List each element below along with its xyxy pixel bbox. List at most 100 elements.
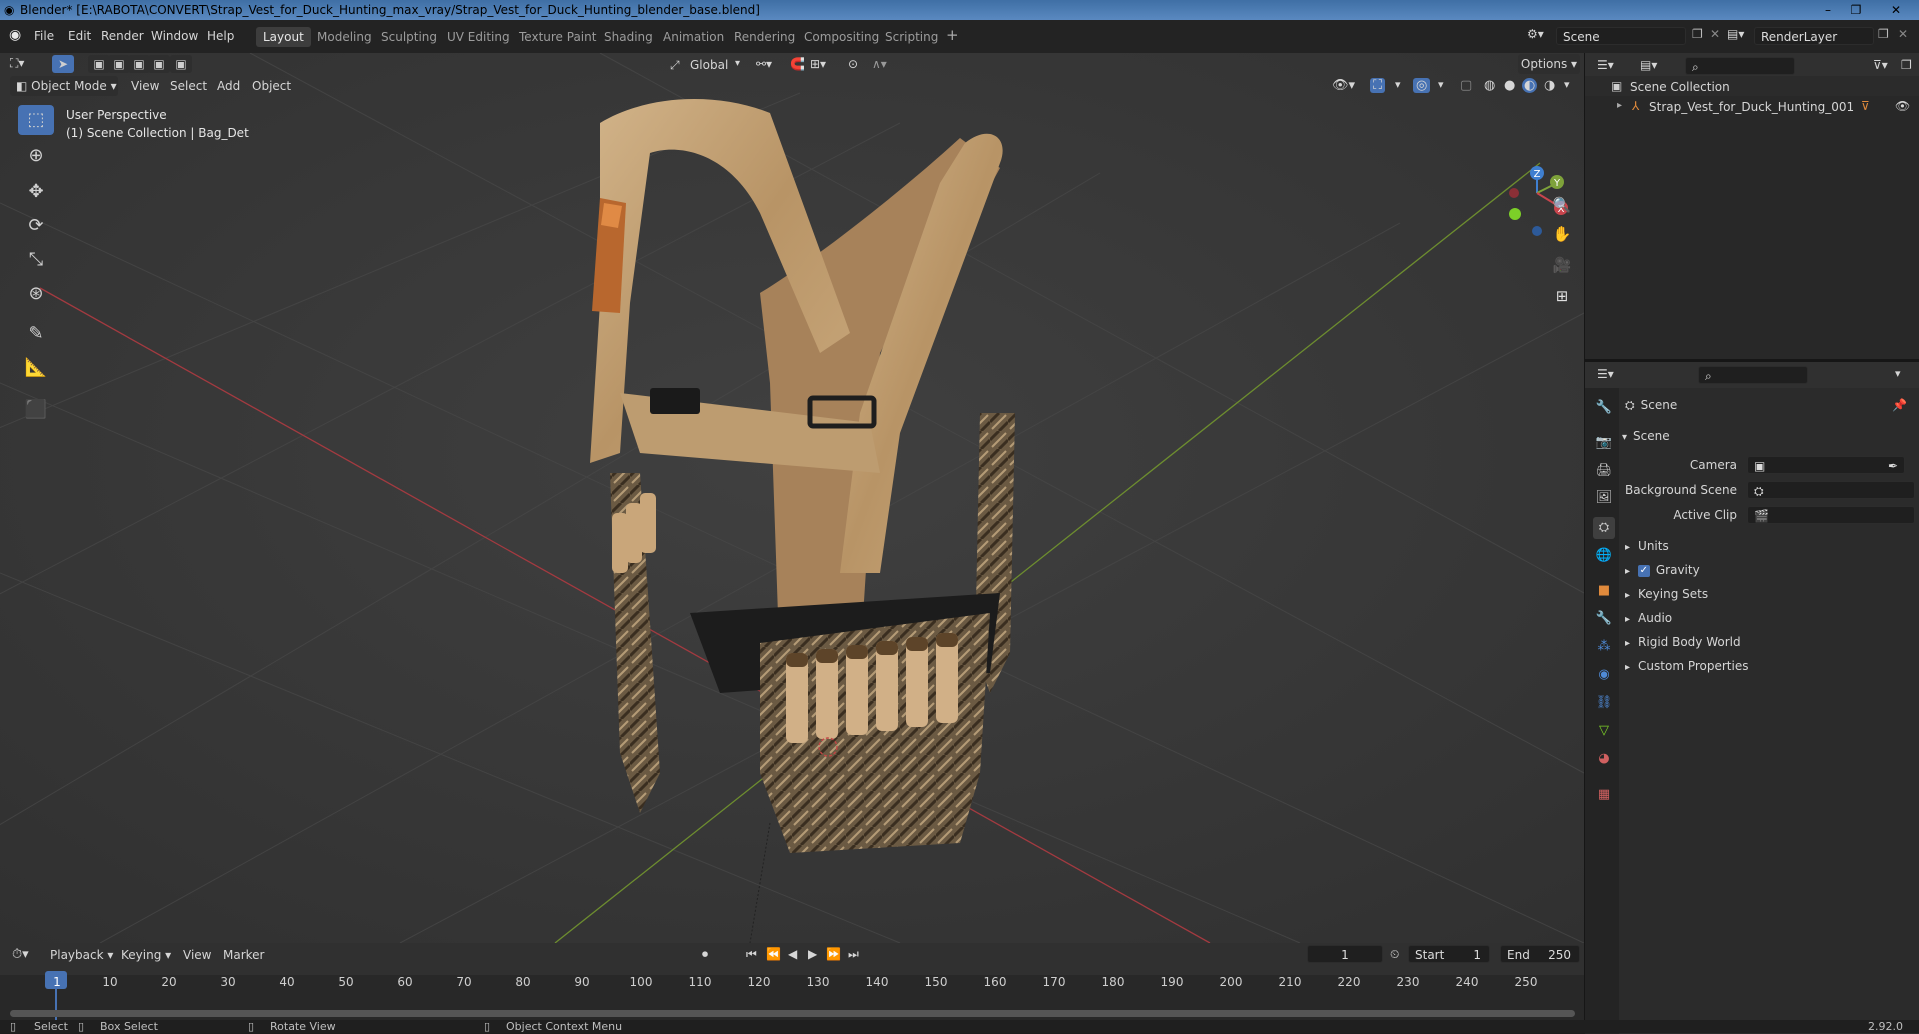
select-extend-icon[interactable]: ▣	[108, 55, 130, 73]
mode-dropdown[interactable]: ◧ Object Mode ▾	[10, 76, 118, 96]
output-tab-icon[interactable]: 🖨	[1593, 460, 1615, 482]
tab-animation[interactable]: Animation	[656, 27, 731, 47]
tab-texture-paint[interactable]: Texture Paint	[512, 27, 603, 47]
properties-editor-icon[interactable]: ☰▾	[1597, 367, 1614, 381]
outliner-search-input[interactable]: ⌕	[1685, 57, 1795, 75]
measure-tool-icon[interactable]: 📐	[18, 353, 54, 383]
snap-icon[interactable]: 🧲	[790, 57, 805, 71]
menu-render[interactable]: Render	[101, 29, 144, 43]
timeline-scrollbar[interactable]	[10, 1010, 1575, 1017]
object-tab-icon[interactable]: ■	[1593, 580, 1615, 602]
jump-keyframe-back-icon[interactable]: ⏪	[766, 947, 781, 961]
material-tab-icon[interactable]: ◕	[1593, 748, 1615, 770]
tab-scripting[interactable]: Scripting	[878, 27, 945, 47]
pin-icon[interactable]: 📌	[1892, 394, 1907, 416]
transform-orientation-icon[interactable]: ⤢	[670, 58, 680, 73]
render-tab-icon[interactable]: 📷	[1593, 432, 1615, 454]
3d-viewport[interactable]: Z Y X	[0, 53, 1584, 943]
timeline-menu-playback[interactable]: Playback ▾	[50, 948, 113, 962]
add-cube-tool-icon[interactable]: ⬛	[18, 395, 54, 425]
auto-keying-icon[interactable]: ⏺	[702, 947, 708, 962]
cursor-tool-icon[interactable]: ⊕	[18, 141, 54, 171]
select-box-tool-icon[interactable]: ⬚	[18, 105, 54, 135]
options-dropdown[interactable]: Options ▾	[1518, 54, 1580, 74]
modifier-funnel-icon[interactable]: ⊽	[1861, 99, 1870, 113]
menu-help[interactable]: Help	[207, 29, 234, 43]
play-icon[interactable]: ▶	[808, 947, 817, 961]
keying-sets-section[interactable]: ▸ Keying Sets	[1625, 583, 1915, 605]
minimize-button[interactable]: –	[1815, 2, 1841, 18]
rotate-tool-icon[interactable]: ⟳	[18, 211, 54, 241]
zoom-icon[interactable]: 🔍	[1548, 191, 1576, 219]
outliner-row-object[interactable]: ▸ ⅄ Strap_Vest_for_Duck_Hunting_001 ⊽ 👁	[1585, 96, 1919, 118]
gravity-checkbox[interactable]: ✓	[1637, 564, 1650, 577]
expand-arrow-icon[interactable]: ▸	[1617, 100, 1622, 111]
tab-uv-editing[interactable]: UV Editing	[440, 27, 517, 47]
play-reverse-icon[interactable]: ◀	[788, 947, 797, 961]
modifier-tab-icon[interactable]: 🔧	[1593, 608, 1615, 630]
viewport-menu-object[interactable]: Object	[252, 79, 291, 93]
particles-tab-icon[interactable]: ⁂	[1593, 636, 1615, 658]
preview-range-icon[interactable]: ⏲	[1390, 947, 1399, 962]
transform-orientation-dropdown[interactable]: Global	[690, 58, 728, 72]
maximize-button[interactable]: ❐	[1843, 2, 1869, 18]
new-scene-icon[interactable]: ❐	[1692, 27, 1703, 41]
shading-dropdown-icon[interactable]: ▾	[1564, 78, 1570, 91]
render-layer-field[interactable]: RenderLayer	[1754, 27, 1874, 45]
jump-keyframe-forward-icon[interactable]: ⏩	[826, 947, 841, 961]
camera-view-icon[interactable]: 🎥	[1548, 251, 1576, 279]
delete-scene-icon[interactable]: ✕	[1710, 27, 1720, 41]
delete-layer-icon[interactable]: ✕	[1898, 27, 1908, 41]
jump-start-icon[interactable]: ⏮	[746, 947, 757, 962]
physics-tab-icon[interactable]: ◉	[1593, 664, 1615, 686]
tab-layout[interactable]: Layout	[256, 27, 311, 47]
proportional-edit-icon[interactable]: ⊙	[848, 57, 858, 71]
new-layer-icon[interactable]: ❐	[1878, 27, 1889, 41]
select-subtract-icon[interactable]: ▣	[128, 55, 150, 73]
camera-field[interactable]: ▣ ✒	[1747, 456, 1905, 474]
units-section[interactable]: ▸ Units	[1625, 535, 1915, 557]
jump-end-icon[interactable]: ⏭	[848, 947, 859, 962]
data-tab-icon[interactable]: ▽	[1593, 720, 1615, 742]
timeline-menu-keying[interactable]: Keying ▾	[121, 948, 171, 962]
scale-tool-icon[interactable]: ⤡	[18, 245, 54, 275]
visibility-icon[interactable]: 👁▾	[1332, 78, 1355, 93]
view-layer-icon[interactable]: ▤▾	[1727, 27, 1744, 41]
filter-icon[interactable]: ⊽▾	[1873, 58, 1888, 72]
end-frame-field[interactable]: End 250	[1500, 945, 1580, 963]
add-workspace-icon[interactable]: +	[946, 26, 959, 44]
editor-type-icon[interactable]: ⛶▾	[10, 56, 24, 71]
outliner-editor-icon[interactable]: ☰▾	[1597, 58, 1614, 72]
solid-shading-icon[interactable]: ●	[1504, 78, 1515, 93]
tab-shading[interactable]: Shading	[597, 27, 660, 47]
current-frame-field[interactable]: 1	[1307, 945, 1383, 963]
rigid-body-world-section[interactable]: ▸ Rigid Body World	[1625, 631, 1915, 653]
constraints-tab-icon[interactable]: ⛓	[1593, 692, 1615, 714]
scene-name-field[interactable]: Scene	[1556, 27, 1686, 45]
custom-properties-section[interactable]: ▸ Custom Properties	[1625, 655, 1915, 677]
timeline-editor-icon[interactable]: ⏱▾	[12, 947, 29, 962]
snap-target-icon[interactable]: ⊞▾	[810, 57, 826, 71]
viewport-menu-add[interactable]: Add	[217, 79, 240, 93]
outliner-row-scene-collection[interactable]: ▣ Scene Collection	[1585, 76, 1919, 98]
eye-icon[interactable]: 👁	[1895, 99, 1910, 113]
scene-tab-icon[interactable]: ⛭	[1593, 517, 1615, 539]
gravity-section[interactable]: ▸ ✓ Gravity	[1625, 559, 1915, 581]
proportional-falloff-icon[interactable]: ∧▾	[872, 57, 887, 71]
audio-section[interactable]: ▸ Audio	[1625, 607, 1915, 629]
menu-window[interactable]: Window	[151, 29, 198, 43]
new-collection-icon[interactable]: ❐	[1901, 58, 1912, 72]
timeline-menu-marker[interactable]: Marker	[223, 948, 264, 962]
overlays-dropdown-icon[interactable]: ▾	[1438, 78, 1444, 91]
scene-panel-header[interactable]: ▾ Scene	[1622, 425, 1912, 447]
display-mode-icon[interactable]: ▤▾	[1640, 58, 1657, 72]
rendered-shading-icon[interactable]: ◑	[1544, 78, 1555, 93]
gizmo-toggle-icon[interactable]: ⛶	[1370, 78, 1386, 93]
transform-tool-icon[interactable]: ⊛	[18, 279, 54, 309]
move-tool-icon[interactable]: ✥	[18, 177, 54, 207]
pivot-point-icon[interactable]: ⚯▾	[756, 57, 772, 71]
tab-modeling[interactable]: Modeling	[310, 27, 379, 47]
ortho-grid-icon[interactable]: ⊞	[1548, 282, 1576, 310]
menu-edit[interactable]: Edit	[68, 29, 91, 43]
xray-icon[interactable]: ▢	[1460, 78, 1472, 93]
